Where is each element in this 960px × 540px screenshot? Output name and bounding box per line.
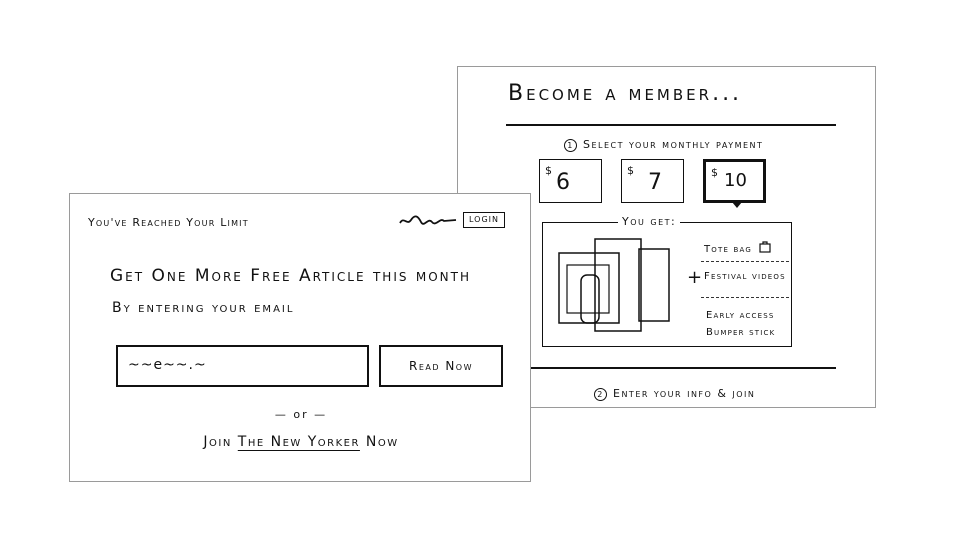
read-now-button[interactable]: Read Now xyxy=(379,345,503,387)
benefit-divider xyxy=(701,297,789,298)
price-currency: $ xyxy=(545,164,552,177)
step-2-label: Enter your info & join xyxy=(613,387,756,400)
bottom-divider xyxy=(506,367,836,369)
step-1-label: Select your monthly payment xyxy=(583,138,764,151)
join-brand: The New Yorker xyxy=(237,434,360,450)
benefit-festival-videos: Festival videos xyxy=(704,271,786,282)
bag-icon xyxy=(759,241,771,253)
join-suffix: Now xyxy=(365,434,399,450)
price-option-10[interactable]: $ 10 xyxy=(703,159,766,203)
limit-heading: You've Reached Your Limit xyxy=(88,216,249,229)
benefit-tote-bag: Tote bag xyxy=(704,241,771,255)
plus-icon: + xyxy=(687,267,703,288)
benefit-tote-bag-label: Tote bag xyxy=(704,244,752,255)
price-option-6[interactable]: $ 6 xyxy=(539,159,602,203)
email-value: ~~e~~.~ xyxy=(128,357,207,373)
or-separator: — or — xyxy=(274,408,328,421)
join-prefix: Join xyxy=(203,434,232,450)
benefit-early-access: Early access xyxy=(706,310,775,321)
offer-subline: By entering your email xyxy=(112,300,295,316)
price-currency: $ xyxy=(711,166,718,179)
offer-headline: Get One More Free Article this month xyxy=(110,266,472,286)
benefits-image xyxy=(558,238,670,332)
price-amount: 10 xyxy=(724,170,747,191)
step-2-number: 2 xyxy=(594,387,607,401)
price-amount: 6 xyxy=(556,170,570,195)
login-button[interactable]: LOGIN xyxy=(463,212,505,228)
step-1: 1 Select your monthly payment xyxy=(564,138,763,152)
step-2: 2 Enter your info & join xyxy=(594,387,755,401)
email-input[interactable]: ~~e~~.~ xyxy=(116,345,369,387)
selected-price-caret xyxy=(732,202,742,208)
price-option-7[interactable]: $ 7 xyxy=(621,159,684,203)
benefits-box: Tote bag + Festival videos Early access … xyxy=(542,222,792,347)
logo-scribble xyxy=(399,215,457,225)
paywall-card: You've Reached Your Limit LOGIN Get One … xyxy=(69,193,531,482)
price-amount: 7 xyxy=(648,170,662,195)
you-get-label: You get: xyxy=(618,215,681,228)
membership-title: Become a member... xyxy=(508,81,743,106)
benefit-bumper-sticker: Bumper stick xyxy=(706,327,776,338)
title-divider xyxy=(506,124,836,126)
join-link[interactable]: Join The New Yorker Now xyxy=(70,434,532,450)
step-1-number: 1 xyxy=(564,138,577,152)
price-currency: $ xyxy=(627,164,634,177)
benefit-divider xyxy=(701,261,789,262)
